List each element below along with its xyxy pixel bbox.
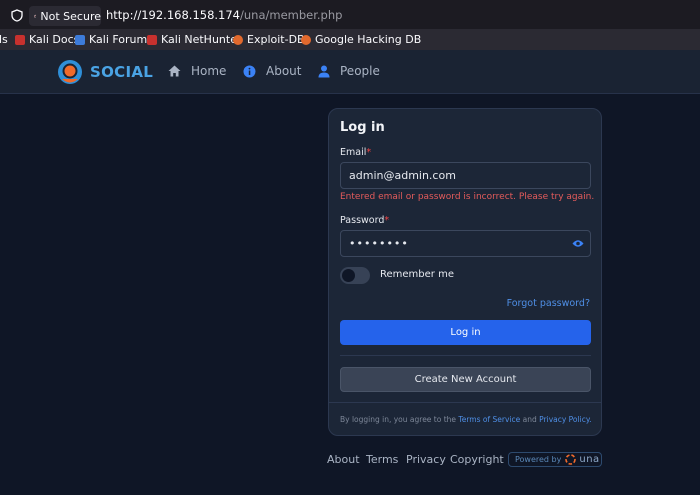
bookmark-label: ls [0, 33, 8, 46]
login-error-message: Entered email or password is incorrect. … [340, 192, 595, 202]
exploit-db-icon [233, 34, 243, 45]
bookmark-label: Kali Docs [29, 33, 80, 46]
bookmark-exploit-db[interactable]: Exploit-DB [233, 33, 305, 46]
not-secure-label: Not Secure [40, 9, 101, 23]
site-header: SOCIAL Home About People [0, 50, 700, 94]
bookmark-overflow[interactable]: ls [0, 33, 8, 46]
terms-notice: By logging in, you agree to the Terms of… [340, 415, 592, 424]
required-marker: * [384, 215, 390, 226]
remember-me-toggle[interactable] [340, 267, 370, 284]
powered-by-label: Powered by [515, 455, 562, 464]
divider [340, 355, 591, 356]
bookmark-google-hacking-db[interactable]: Google Hacking DB [301, 33, 421, 46]
nav-people[interactable]: People [318, 64, 380, 78]
email-label-text: Email [340, 147, 367, 158]
email-label: Email* [340, 147, 371, 158]
una-logo-icon [565, 454, 577, 465]
social-logo-icon[interactable] [57, 59, 83, 85]
login-button[interactable]: Log in [340, 320, 591, 345]
bookmark-label: Kali NetHunter [161, 33, 242, 46]
nav-home-label: Home [191, 64, 227, 78]
info-icon [243, 65, 256, 77]
bookmark-label: Exploit-DB [247, 33, 305, 46]
email-field[interactable]: admin@admin.com [340, 162, 591, 189]
password-value: •••••••• [349, 237, 409, 250]
login-title: Log in [340, 120, 385, 135]
footer-privacy-link[interactable]: Privacy [406, 453, 446, 466]
kali-docs-icon [15, 34, 25, 45]
url-path: /una/member.php [240, 8, 343, 22]
toggle-knob [342, 269, 355, 282]
bookmarks-bar: ls Kali Docs Kali Forums Kali NetHunter … [0, 30, 700, 50]
footer-about-link[interactable]: About [327, 453, 360, 466]
bookmark-label: Kali Forums [89, 33, 153, 46]
kali-nethunter-icon [147, 34, 157, 45]
footer-copyright-link[interactable]: Copyright [450, 453, 504, 466]
bookmark-kali-nethunter[interactable]: Kali NetHunter [147, 33, 242, 46]
divider [329, 402, 601, 403]
forgot-password-link[interactable]: Forgot password? [507, 298, 590, 309]
nav-about-label: About [266, 64, 302, 78]
login-card: Log in Email* admin@admin.com Entered em… [328, 108, 602, 436]
required-marker: * [366, 147, 372, 158]
bookmark-kali-docs[interactable]: Kali Docs [15, 33, 79, 46]
bookmark-kali-forums[interactable]: Kali Forums [75, 33, 153, 46]
powered-by-una-badge[interactable]: Powered by una [508, 452, 602, 467]
shield-icon[interactable] [11, 9, 23, 22]
url-host: http://192.168.158.174 [106, 8, 240, 22]
user-icon [318, 65, 330, 77]
terms-of-service-link[interactable]: Terms of Service [458, 415, 520, 424]
google-hacking-db-icon [301, 34, 311, 45]
home-icon [168, 65, 181, 77]
una-wordmark: una [579, 454, 600, 465]
email-value: admin@admin.com [349, 169, 456, 182]
show-password-icon[interactable] [572, 239, 584, 248]
password-field[interactable]: •••••••• [340, 230, 591, 257]
brand-name[interactable]: SOCIAL [90, 63, 153, 81]
privacy-policy-link[interactable]: Privacy Policy. [539, 415, 591, 424]
bookmark-label: Google Hacking DB [315, 33, 422, 46]
kali-forums-icon [75, 34, 85, 45]
footer-terms-link[interactable]: Terms [366, 453, 398, 466]
terms-and: and [522, 415, 537, 424]
create-account-button[interactable]: Create New Account [340, 367, 591, 392]
password-label: Password* [340, 215, 389, 226]
remember-me-label: Remember me [380, 269, 454, 280]
browser-url-bar: Not Secure http://192.168.158.174/una/me… [0, 0, 700, 30]
nav-home[interactable]: Home [168, 64, 226, 78]
password-label-text: Password [340, 215, 385, 226]
address-field[interactable]: http://192.168.158.174/una/member.php [106, 8, 342, 22]
nav-about[interactable]: About [243, 64, 301, 78]
insecure-lock-icon [34, 14, 37, 18]
not-secure-badge[interactable]: Not Secure [29, 6, 101, 26]
terms-prefix: By logging in, you agree to the [340, 415, 457, 424]
nav-people-label: People [340, 64, 380, 78]
